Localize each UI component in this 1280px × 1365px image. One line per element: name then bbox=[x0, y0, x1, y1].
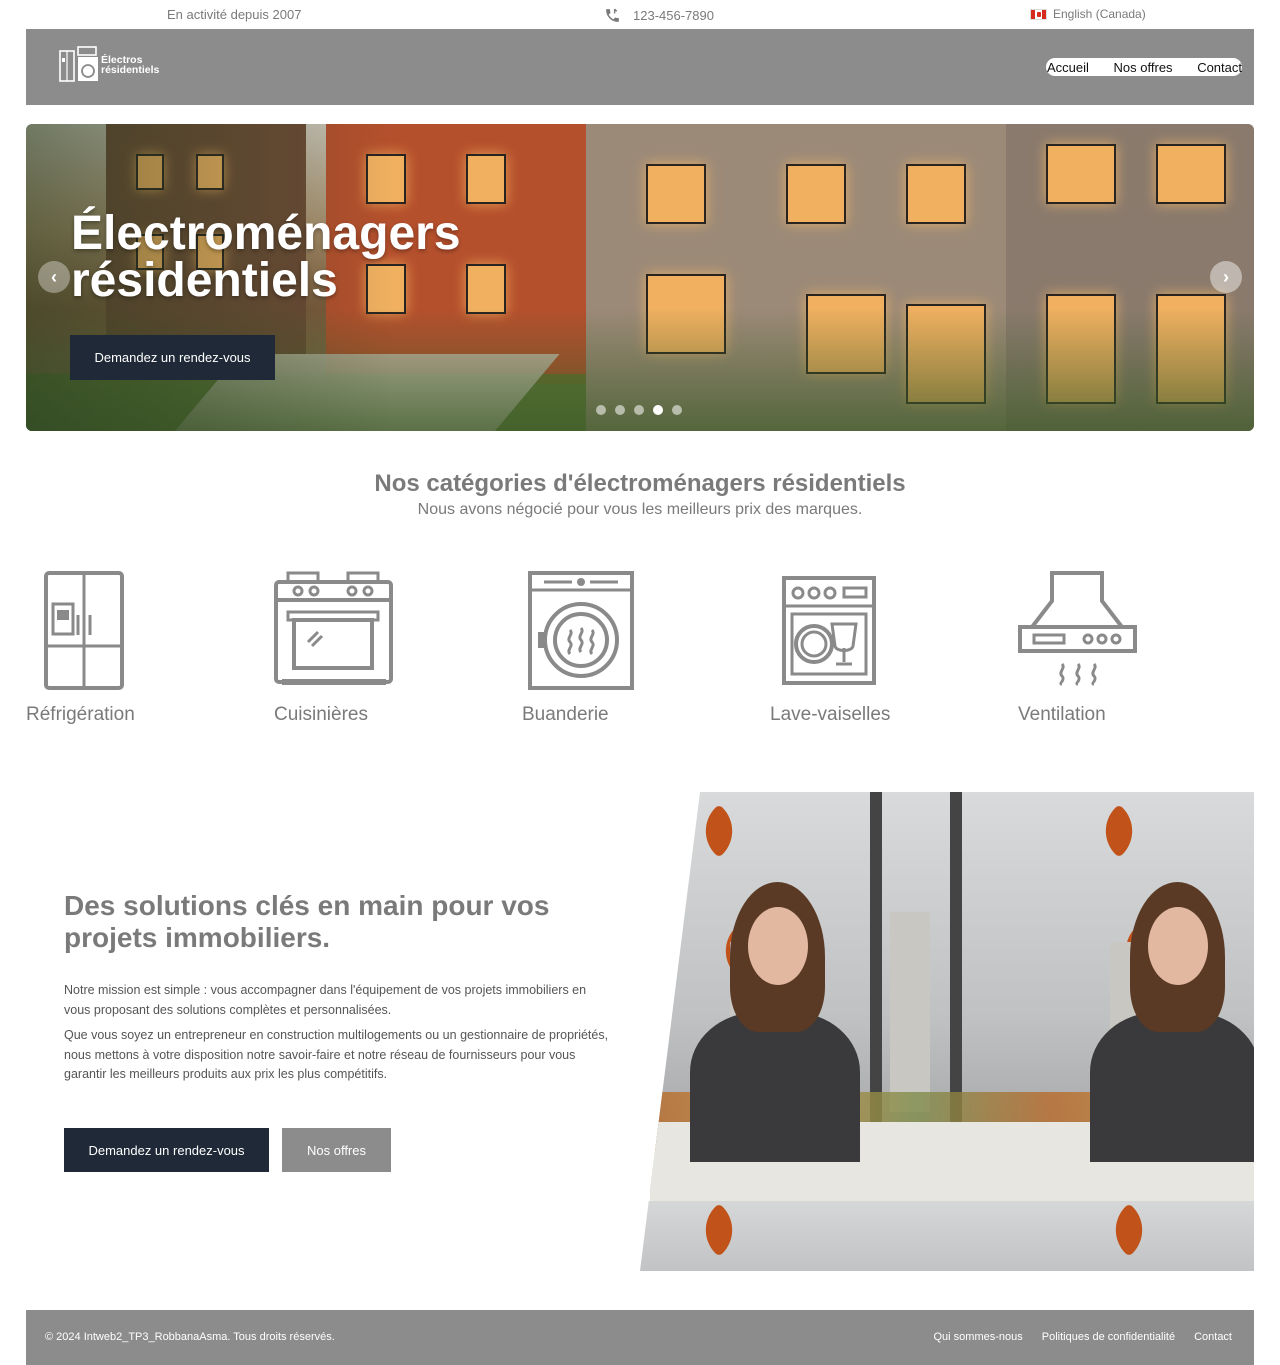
solutions-title-part-1: Des solutions bbox=[64, 890, 248, 921]
category-label: Lave-vaiselles bbox=[770, 704, 891, 725]
carousel-prev-button[interactable]: ‹ bbox=[38, 261, 70, 293]
language-switcher[interactable]: English (Canada) bbox=[1030, 7, 1146, 21]
category-label: Réfrigération bbox=[26, 704, 135, 725]
site-logo[interactable]: Électros résidentiels bbox=[59, 45, 159, 85]
phone-number: 123-456-7890 bbox=[633, 8, 714, 23]
footer-links: Qui sommes-nous Politiques de confidenti… bbox=[934, 1331, 1233, 1343]
phone-icon bbox=[606, 8, 619, 22]
dishwasher-icon bbox=[782, 576, 876, 685]
stove-icon bbox=[274, 571, 393, 685]
site-header: Électros résidentiels Accueil Nos offres… bbox=[26, 29, 1254, 105]
hero-title: Électroménagers résidentiels bbox=[71, 207, 461, 307]
category-label: Ventilation bbox=[1018, 704, 1106, 725]
chevron-right-icon: › bbox=[1223, 266, 1229, 287]
carousel-dot[interactable] bbox=[672, 405, 682, 415]
copyright-text: © 2024 Intweb2_TP3_RobbanaAsma. Tous dro… bbox=[45, 1331, 335, 1343]
category-buanderie[interactable]: Buanderie bbox=[522, 570, 642, 725]
carousel-dot[interactable] bbox=[615, 405, 625, 415]
consultant-photo bbox=[640, 792, 1254, 1271]
hero-title-line-2: résidentiels bbox=[71, 254, 338, 307]
offers-button[interactable]: Nos offres bbox=[282, 1128, 391, 1172]
photo-tile bbox=[650, 792, 1050, 1201]
hero-title-line-1: Électroménagers bbox=[71, 207, 461, 260]
footer-link-contact[interactable]: Contact bbox=[1194, 1331, 1232, 1343]
photo-tile-bottom bbox=[640, 1201, 1254, 1271]
logo-line-2: résidentiels bbox=[101, 64, 160, 76]
hero-appointment-button[interactable]: Demandez un rendez-vous bbox=[70, 335, 275, 380]
phone-contact[interactable]: 123-456-7890 bbox=[604, 7, 714, 24]
carousel-indicators bbox=[596, 405, 682, 415]
nav-nos-offres[interactable]: Nos offres bbox=[1114, 60, 1173, 75]
carousel-dot[interactable] bbox=[596, 405, 606, 415]
footer-link-privacy[interactable]: Politiques de confidentialité bbox=[1042, 1331, 1175, 1343]
business-since-text: En activité depuis 2007 bbox=[167, 7, 302, 22]
hero-carousel: Électroménagers résidentiels Demandez un… bbox=[26, 124, 1254, 431]
nav-contact[interactable]: Contact bbox=[1197, 60, 1242, 75]
range-hood-icon bbox=[1018, 571, 1137, 686]
carousel-dot-active[interactable] bbox=[653, 405, 663, 415]
category-refrigeration[interactable]: Réfrigération bbox=[26, 570, 135, 725]
appointment-button[interactable]: Demandez un rendez-vous bbox=[64, 1128, 269, 1172]
top-bar: En activité depuis 2007 123-456-7890 Eng… bbox=[0, 0, 1280, 29]
category-cuisinieres[interactable]: Cuisinières bbox=[274, 570, 394, 725]
site-footer: © 2024 Intweb2_TP3_RobbanaAsma. Tous dro… bbox=[26, 1310, 1254, 1365]
canada-flag-icon bbox=[1030, 8, 1047, 20]
refrigerator-icon bbox=[44, 571, 124, 690]
washing-machine-icon bbox=[528, 571, 634, 690]
photo-tile bbox=[1050, 792, 1254, 1201]
category-label: Cuisinières bbox=[274, 704, 368, 725]
footer-link-about[interactable]: Qui sommes-nous bbox=[934, 1331, 1023, 1343]
chevron-left-icon: ‹ bbox=[51, 266, 57, 287]
category-ventilation[interactable]: Ventilation bbox=[1018, 570, 1138, 725]
main-nav: Accueil Nos offres Contact bbox=[1046, 58, 1242, 76]
categories-title: Nos catégories d'électroménagers résiden… bbox=[374, 470, 906, 497]
language-label: English (Canada) bbox=[1053, 7, 1146, 21]
category-lave-vaiselles[interactable]: Lave-vaiselles bbox=[770, 570, 890, 725]
appliances-logo-icon bbox=[59, 46, 98, 82]
solutions-title-part-2: clés en main bbox=[247, 890, 432, 921]
carousel-dot[interactable] bbox=[634, 405, 644, 415]
solutions-title: Des solutions clés en main pour vos proj… bbox=[64, 890, 584, 954]
category-label: Buanderie bbox=[522, 704, 609, 725]
nav-accueil[interactable]: Accueil bbox=[1047, 60, 1089, 75]
solutions-paragraph-2: Que vous soyez un entrepreneur en constr… bbox=[64, 1028, 609, 1081]
categories-subtitle: Nous avons négocié pour vous les meilleu… bbox=[417, 501, 863, 518]
carousel-next-button[interactable]: › bbox=[1210, 261, 1242, 293]
solutions-paragraph-1: Notre mission est simple : vous accompag… bbox=[64, 983, 587, 1017]
